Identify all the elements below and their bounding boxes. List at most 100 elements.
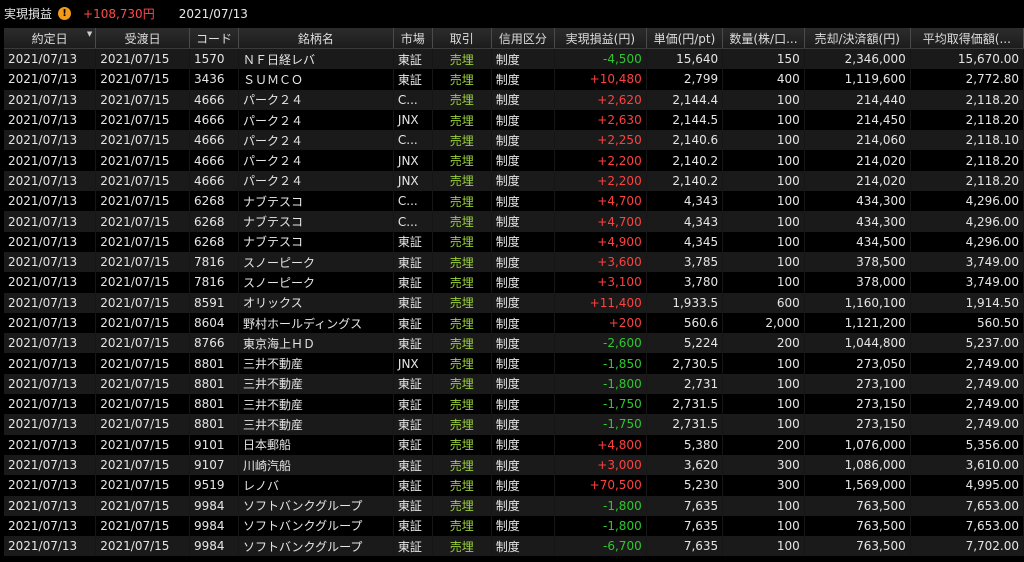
margin-type-cell: 制度 <box>491 394 555 415</box>
settle-date-cell: 2021/07/15 <box>95 475 191 496</box>
trade-date-cell: 2021/07/13 <box>4 373 97 395</box>
name-cell: スノーピーク <box>238 272 394 293</box>
realized-pnl-table: 約定日 ▼ 受渡日 コード 銘柄名 市場 取引 信用区分 実現損益(円) 単価(円… <box>4 28 1024 557</box>
column-header[interactable]: 市場 <box>393 28 433 49</box>
trade-type-cell: 売埋 <box>432 130 492 151</box>
margin-type-cell: 制度 <box>491 536 555 557</box>
table-row[interactable]: 2021/07/13 2021/07/15 8801 三井不動産 JNX 売埋 制度 -1,8… <box>4 353 1024 374</box>
settle-date-cell: 2021/07/15 <box>95 495 191 516</box>
code-cell: 6268 <box>189 191 239 212</box>
column-header[interactable]: 数量(株/口... <box>722 28 805 49</box>
table-row[interactable]: 2021/07/13 2021/07/15 7816 スノーピーク 東証 売埋 制度 +3,6… <box>4 251 1024 273</box>
price-cell: 5,230 <box>646 475 724 496</box>
trade-date-cell: 2021/07/13 <box>4 515 97 537</box>
trade-date-cell: 2021/07/13 <box>4 89 97 110</box>
table-row[interactable]: 2021/07/13 2021/07/15 3436 ＳＵＭＣＯ 東証 売埋 制度 +10,4… <box>4 69 1024 90</box>
column-header[interactable]: 実現損益(円) <box>554 28 647 49</box>
quantity-cell: 100 <box>722 394 805 415</box>
code-cell: 9984 <box>189 495 239 516</box>
name-cell: パーク２４ <box>238 109 394 131</box>
price-cell: 2,140.6 <box>646 130 724 151</box>
pnl-cell: -1,750 <box>554 394 647 415</box>
pnl-cell: +3,100 <box>554 272 647 293</box>
trade-type-cell: 売埋 <box>432 394 492 415</box>
settle-date-cell: 2021/07/15 <box>95 394 191 415</box>
table-row[interactable]: 2021/07/13 2021/07/15 4666 パーク２４ C... 売埋 制度 +2,… <box>4 89 1024 110</box>
table-row[interactable]: 2021/07/13 2021/07/15 8766 東京海上ＨＤ 東証 売埋 制度 -2,6… <box>4 333 1024 354</box>
margin-type-cell: 制度 <box>491 353 555 374</box>
amount-cell: 434,500 <box>804 231 911 252</box>
amount-cell: 273,050 <box>804 353 911 374</box>
column-header[interactable]: 銘柄名 <box>238 28 394 49</box>
column-header[interactable]: 受渡日 <box>95 28 191 49</box>
market-cell: 東証 <box>393 231 433 252</box>
column-header[interactable]: 単価(円/pt) <box>646 28 724 49</box>
table-row[interactable]: 2021/07/13 2021/07/15 8604 野村ホールディングス 東証 売埋 制度… <box>4 312 1024 334</box>
trade-type-cell: 売埋 <box>432 191 492 212</box>
settle-date-cell: 2021/07/15 <box>95 434 191 455</box>
table-row[interactable]: 2021/07/13 2021/07/15 9107 川崎汽船 東証 売埋 制度 +3,000… <box>4 454 1024 476</box>
table-row[interactable]: 2021/07/13 2021/07/15 9519 レノバ 東証 売埋 制度 +70,500… <box>4 475 1024 496</box>
price-cell: 3,620 <box>646 454 724 476</box>
avg-cost-cell: 2,118.10 <box>910 130 1024 151</box>
sort-desc-icon: ▼ <box>86 30 93 38</box>
market-cell: 東証 <box>393 434 433 455</box>
warning-icon[interactable]: ! <box>58 7 72 20</box>
table-row[interactable]: 2021/07/13 2021/07/15 8591 オリックス 東証 売埋 制度 +11,4… <box>4 292 1024 313</box>
table-row[interactable]: 2021/07/13 2021/07/15 9984 ソフトバンクグループ 東証 売埋 制度… <box>4 515 1024 537</box>
table-row[interactable]: 2021/07/13 2021/07/15 1570 ＮＦ日経レバ 東証 売埋 制度 -4,5… <box>4 48 1024 70</box>
table-row[interactable]: 2021/07/13 2021/07/15 8801 三井不動産 東証 売埋 制度 -1,80… <box>4 373 1024 395</box>
trade-date-cell: 2021/07/13 <box>4 454 97 476</box>
table-row[interactable]: 2021/07/13 2021/07/15 9984 ソフトバンクグループ 東証 売埋 制度… <box>4 495 1024 516</box>
price-cell: 3,780 <box>646 272 724 293</box>
amount-cell: 214,440 <box>804 89 911 110</box>
table-row[interactable]: 2021/07/13 2021/07/15 4666 パーク２４ JNX 売埋 制度 +2,6… <box>4 109 1024 131</box>
table-row[interactable]: 2021/07/13 2021/07/15 9101 日本郵船 東証 売埋 制度 +4,800… <box>4 434 1024 455</box>
table-row[interactable]: 2021/07/13 2021/07/15 9984 ソフトバンクグループ 東証 売埋 制度… <box>4 536 1024 557</box>
price-cell: 7,635 <box>646 495 724 516</box>
table-row[interactable]: 2021/07/13 2021/07/15 6268 ナブテスコ C... 売埋 制度 +4,… <box>4 211 1024 232</box>
name-cell: ナブテスコ <box>238 231 394 252</box>
table-row[interactable]: 2021/07/13 2021/07/15 6268 ナブテスコ C... 売埋 制度 +4,… <box>4 191 1024 212</box>
trade-type-cell: 売埋 <box>432 150 492 171</box>
quantity-cell: 100 <box>722 150 805 171</box>
market-cell: JNX <box>393 353 433 374</box>
market-cell: C... <box>393 130 433 151</box>
amount-cell: 273,100 <box>804 373 911 395</box>
settle-date-cell: 2021/07/15 <box>95 191 191 212</box>
column-header[interactable]: 約定日 ▼ <box>4 28 97 49</box>
table-row[interactable]: 2021/07/13 2021/07/15 6268 ナブテスコ 東証 売埋 制度 +4,90… <box>4 231 1024 252</box>
column-header[interactable]: 信用区分 <box>491 28 555 49</box>
market-cell: 東証 <box>393 475 433 496</box>
pnl-cell: +2,250 <box>554 130 647 151</box>
table-row[interactable]: 2021/07/13 2021/07/15 4666 パーク２４ JNX 売埋 制度 +2,2… <box>4 150 1024 171</box>
quantity-cell: 2,000 <box>722 312 805 334</box>
amount-cell: 434,300 <box>804 211 911 232</box>
price-cell: 15,640 <box>646 48 724 70</box>
margin-type-cell: 制度 <box>491 272 555 293</box>
table-row[interactable]: 2021/07/13 2021/07/15 4666 パーク２４ JNX 売埋 制度 +2,2… <box>4 170 1024 192</box>
name-cell: ナブテスコ <box>238 191 394 212</box>
code-cell: 8801 <box>189 414 239 435</box>
column-header[interactable]: 取引 <box>432 28 492 49</box>
amount-cell: 763,500 <box>804 536 911 557</box>
column-header[interactable]: 平均取得価額(... <box>910 28 1024 49</box>
quantity-cell: 100 <box>722 130 805 151</box>
table-row[interactable]: 2021/07/13 2021/07/15 8801 三井不動産 東証 売埋 制度 -1,75… <box>4 394 1024 415</box>
table-row[interactable]: 2021/07/13 2021/07/15 7816 スノーピーク 東証 売埋 制度 +3,1… <box>4 272 1024 293</box>
table-row[interactable]: 2021/07/13 2021/07/15 8801 三井不動産 東証 売埋 制度 -1,75… <box>4 414 1024 435</box>
code-cell: 4666 <box>189 109 239 131</box>
name-cell: ナブテスコ <box>238 211 394 232</box>
name-cell: レノバ <box>238 475 394 496</box>
table-header-row: 約定日 ▼ 受渡日 コード 銘柄名 市場 取引 信用区分 実現損益(円) 単価(円… <box>4 28 1024 49</box>
code-cell: 8801 <box>189 353 239 374</box>
column-header[interactable]: 売却/決済額(円) <box>804 28 911 49</box>
code-cell: 8801 <box>189 373 239 395</box>
avg-cost-cell: 2,118.20 <box>910 170 1024 192</box>
pnl-cell: -1,800 <box>554 495 647 516</box>
code-cell: 8766 <box>189 333 239 354</box>
table-row[interactable]: 2021/07/13 2021/07/15 4666 パーク２４ C... 売埋 制度 +2,… <box>4 130 1024 151</box>
market-cell: 東証 <box>393 495 433 516</box>
trade-type-cell: 売埋 <box>432 495 492 516</box>
column-header[interactable]: コード <box>189 28 239 49</box>
